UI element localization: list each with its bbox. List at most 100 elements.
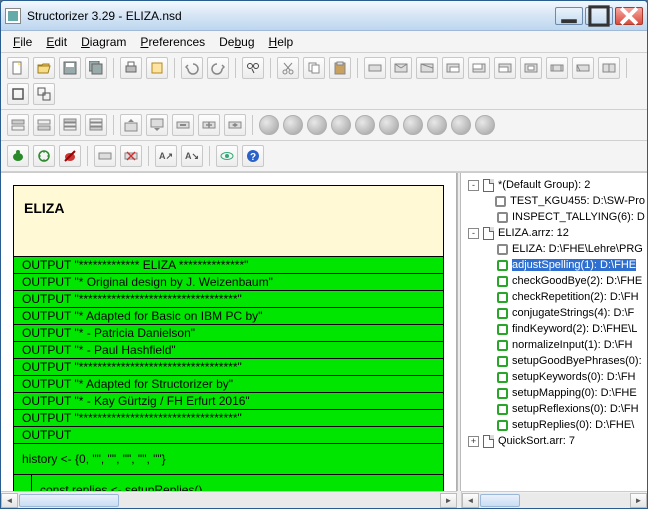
- saveall-button[interactable]: [85, 57, 107, 79]
- tree-item[interactable]: checkRepetition(2): D:\FH: [463, 289, 645, 305]
- stop-debug-button[interactable]: [59, 145, 81, 167]
- print-button[interactable]: [120, 57, 142, 79]
- tree-item[interactable]: setupReplies(0): D:\FHE\: [463, 417, 645, 433]
- menu-file[interactable]: File: [7, 33, 38, 51]
- edit-el-button[interactable]: [94, 145, 116, 167]
- tree-item[interactable]: setupReflexions(0): D:\FH: [463, 401, 645, 417]
- menu-debug[interactable]: Debug: [213, 33, 260, 51]
- color-4[interactable]: [355, 115, 375, 135]
- close-button[interactable]: [615, 7, 643, 25]
- tree-item[interactable]: TEST_KGU455: D:\SW-Pro: [463, 193, 645, 209]
- undo-button[interactable]: [181, 57, 203, 79]
- tree-group-quicksort[interactable]: +QuickSort.arr: 7: [463, 433, 645, 449]
- expand-el[interactable]: [198, 114, 220, 136]
- tree-item[interactable]: checkGoodBye(2): D:\FHE: [463, 273, 645, 289]
- el-before2[interactable]: [59, 114, 81, 136]
- nsd-output-line[interactable]: OUTPUT "* - Patricia Danielson": [14, 325, 443, 342]
- save-button[interactable]: [59, 57, 81, 79]
- tree-item[interactable]: setupMapping(0): D:\FHE: [463, 385, 645, 401]
- transmute[interactable]: [224, 114, 246, 136]
- minimize-button[interactable]: [555, 7, 583, 25]
- nsd-output-line[interactable]: OUTPUT "* Adapted for Structorizer by": [14, 376, 443, 393]
- paste-button[interactable]: [329, 57, 351, 79]
- new-button[interactable]: [7, 57, 29, 79]
- nsd-output-line[interactable]: OUTPUT "* - Paul Hashfield": [14, 342, 443, 359]
- tree-item[interactable]: setupGoodByePhrases(0):: [463, 353, 645, 369]
- view-single[interactable]: [7, 83, 29, 105]
- el-for[interactable]: [442, 57, 464, 79]
- titlebar[interactable]: Structorizer 3.29 - ELIZA.nsd: [1, 1, 647, 31]
- tree-item[interactable]: findKeyword(2): D:\FHE\L: [463, 321, 645, 337]
- run-button[interactable]: [33, 145, 55, 167]
- color-0[interactable]: [259, 115, 279, 135]
- open-button[interactable]: [33, 57, 55, 79]
- tree-item[interactable]: setupKeywords(0): D:\FH: [463, 369, 645, 385]
- el-after[interactable]: [33, 114, 55, 136]
- color-2[interactable]: [307, 115, 327, 135]
- nsd-output-line[interactable]: OUTPUT "********************************…: [14, 291, 443, 308]
- move-down[interactable]: [146, 114, 168, 136]
- export-button[interactable]: [146, 57, 168, 79]
- el-parallel[interactable]: [598, 57, 620, 79]
- color-6[interactable]: [403, 115, 423, 135]
- find-button[interactable]: [242, 57, 264, 79]
- nsd-output-line[interactable]: OUTPUT: [14, 427, 443, 444]
- nsd-output-line[interactable]: OUTPUT "* Original design by J. Weizenba…: [14, 274, 443, 291]
- tree-item[interactable]: INSPECT_TALLYING(6): D: [463, 209, 645, 225]
- tree-group-default[interactable]: -*(Default Group): 2: [463, 177, 645, 193]
- color-5[interactable]: [379, 115, 399, 135]
- help-button[interactable]: ?: [242, 145, 264, 167]
- el-forever[interactable]: [520, 57, 542, 79]
- color-7[interactable]: [427, 115, 447, 135]
- nsd-output-line[interactable]: OUTPUT "* - Kay Gürtzig / FH Erfurt 2016…: [14, 393, 443, 410]
- diagram-pane[interactable]: ELIZA OUTPUT "************* ELIZA ******…: [1, 173, 457, 491]
- delete-el-button[interactable]: [120, 145, 142, 167]
- tree-item[interactable]: ELIZA: D:\FHE\Lehre\PRG: [463, 241, 645, 257]
- menu-edit[interactable]: Edit: [40, 33, 73, 51]
- color-8[interactable]: [451, 115, 471, 135]
- tree-pane[interactable]: -*(Default Group): 2TEST_KGU455: D:\SW-P…: [461, 173, 647, 491]
- nsd-loop-gutter[interactable]: [14, 475, 32, 491]
- redo-button[interactable]: [207, 57, 229, 79]
- h-scroll-left[interactable]: ◄►: [1, 491, 457, 508]
- el-while[interactable]: [468, 57, 490, 79]
- copy-button[interactable]: [303, 57, 325, 79]
- view-multi[interactable]: [33, 83, 55, 105]
- menu-preferences[interactable]: Preferences: [134, 33, 211, 51]
- show-button[interactable]: [216, 145, 238, 167]
- tree-item[interactable]: normalizeInput(1): D:\FH: [463, 337, 645, 353]
- el-jump[interactable]: [572, 57, 594, 79]
- menu-diagram[interactable]: Diagram: [75, 33, 132, 51]
- collapse-icon[interactable]: -: [468, 180, 479, 191]
- el-call[interactable]: [546, 57, 568, 79]
- el-alt[interactable]: [390, 57, 412, 79]
- color-3[interactable]: [331, 115, 351, 135]
- el-after2[interactable]: [85, 114, 107, 136]
- nsd-output-line[interactable]: OUTPUT "* Adapted for Basic on IBM PC by…: [14, 308, 443, 325]
- nsd-output-line[interactable]: OUTPUT "********************************…: [14, 359, 443, 376]
- nsd-output-line[interactable]: OUTPUT "********************************…: [14, 410, 443, 427]
- color-1[interactable]: [283, 115, 303, 135]
- nsd-title[interactable]: ELIZA: [13, 185, 444, 257]
- tree-group-eliza[interactable]: -ELIZA.arrz: 12: [463, 225, 645, 241]
- turtle-button[interactable]: [7, 145, 29, 167]
- nsd-history[interactable]: history <- {0, "", "", "", "", ""}: [14, 444, 443, 475]
- menu-help[interactable]: Help: [263, 33, 300, 51]
- el-case[interactable]: [416, 57, 438, 79]
- el-before[interactable]: [7, 114, 29, 136]
- tree-item[interactable]: adjustSpelling(1): D:\FHE: [463, 257, 645, 273]
- cut-button[interactable]: [277, 57, 299, 79]
- font-up-button[interactable]: A↗: [155, 145, 177, 167]
- nsd-sub-1[interactable]: const replies <- setupReplies(): [32, 475, 443, 491]
- el-repeat[interactable]: [494, 57, 516, 79]
- color-9[interactable]: [475, 115, 495, 135]
- move-up[interactable]: [120, 114, 142, 136]
- expand-icon[interactable]: +: [468, 436, 479, 447]
- collapse-icon[interactable]: -: [468, 228, 479, 239]
- font-down-button[interactable]: A↘: [181, 145, 203, 167]
- h-scroll-right[interactable]: ◄►: [461, 491, 647, 508]
- maximize-button[interactable]: [585, 7, 613, 25]
- nsd-output-line[interactable]: OUTPUT "************* ELIZA ************…: [14, 257, 443, 274]
- el-instruction[interactable]: [364, 57, 386, 79]
- collapse-el[interactable]: [172, 114, 194, 136]
